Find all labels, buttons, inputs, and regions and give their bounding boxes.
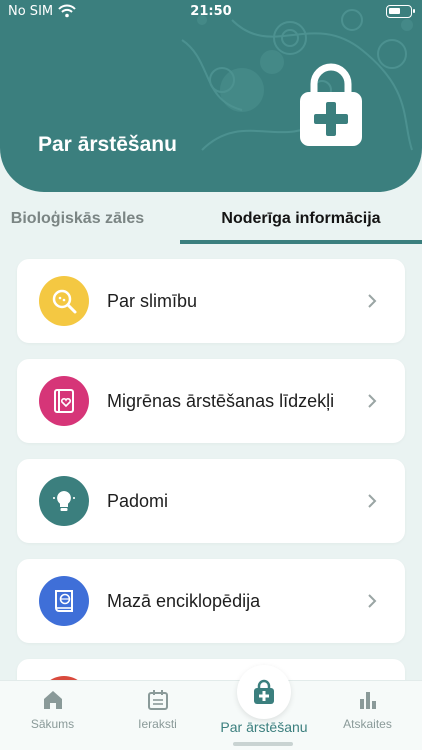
nav-home[interactable]: Sākums — [0, 681, 105, 750]
nav-label: Ieraksti — [138, 717, 177, 731]
nav-label: Atskaites — [343, 717, 392, 731]
chevron-right-icon — [368, 594, 377, 608]
clock-text: 21:50 — [190, 4, 232, 19]
page-title: Par ārstēšanu — [38, 133, 177, 156]
nav-active-label: Par ārstēšanu — [220, 719, 308, 735]
menu-item-tips[interactable]: Padomi — [17, 459, 405, 543]
chevron-right-icon — [368, 494, 377, 508]
menu-item-label: Padomi — [107, 490, 169, 511]
home-indicator — [233, 742, 293, 746]
tab-biological-drugs[interactable]: Bioloģiskās zāles — [0, 192, 155, 246]
bar-chart-icon — [360, 692, 376, 709]
menu-item-label: Par slimību — [107, 290, 198, 311]
tab-useful-info[interactable]: Noderīga informācija — [180, 192, 422, 246]
encyclopedia-icon — [39, 576, 89, 626]
menu-item-label: Migrēnas ārstēšanas līdzekļi — [107, 390, 335, 411]
nav-treatment[interactable] — [237, 665, 291, 719]
lightbulb-icon — [39, 476, 89, 526]
floral-decoration — [181, 9, 413, 151]
menu-item-treatments[interactable]: Migrēnas ārstēšanas līdzekļi — [17, 359, 405, 443]
book-heart-icon — [39, 376, 89, 426]
status-bar: No SIM 21:50 — [0, 0, 422, 24]
battery-icon — [386, 5, 415, 18]
chevron-right-icon — [368, 394, 377, 408]
calendar-icon — [148, 690, 168, 710]
tab-bar: Bioloģiskās zāles Noderīga informācija — [0, 192, 422, 246]
active-tab-indicator — [180, 240, 422, 244]
home-icon — [44, 691, 62, 709]
chevron-right-icon — [368, 294, 377, 308]
medical-bag-icon — [254, 679, 274, 704]
header-banner: Par ārstēšanu — [0, 0, 422, 192]
menu-item-encyclopedia[interactable]: Mazā enciklopēdija — [17, 559, 405, 643]
bottom-nav: Sākums Ieraksti Atskaites — [0, 680, 422, 750]
magnifier-icon — [39, 276, 89, 326]
medical-lock-icon — [300, 63, 362, 146]
nav-entries[interactable]: Ieraksti — [105, 681, 210, 750]
nav-reports[interactable]: Atskaites — [315, 681, 420, 750]
nav-label: Sākums — [30, 717, 75, 731]
menu-item-label: Mazā enciklopēdija — [107, 590, 261, 611]
menu-item-about-disease[interactable]: Par slimību — [17, 259, 405, 343]
